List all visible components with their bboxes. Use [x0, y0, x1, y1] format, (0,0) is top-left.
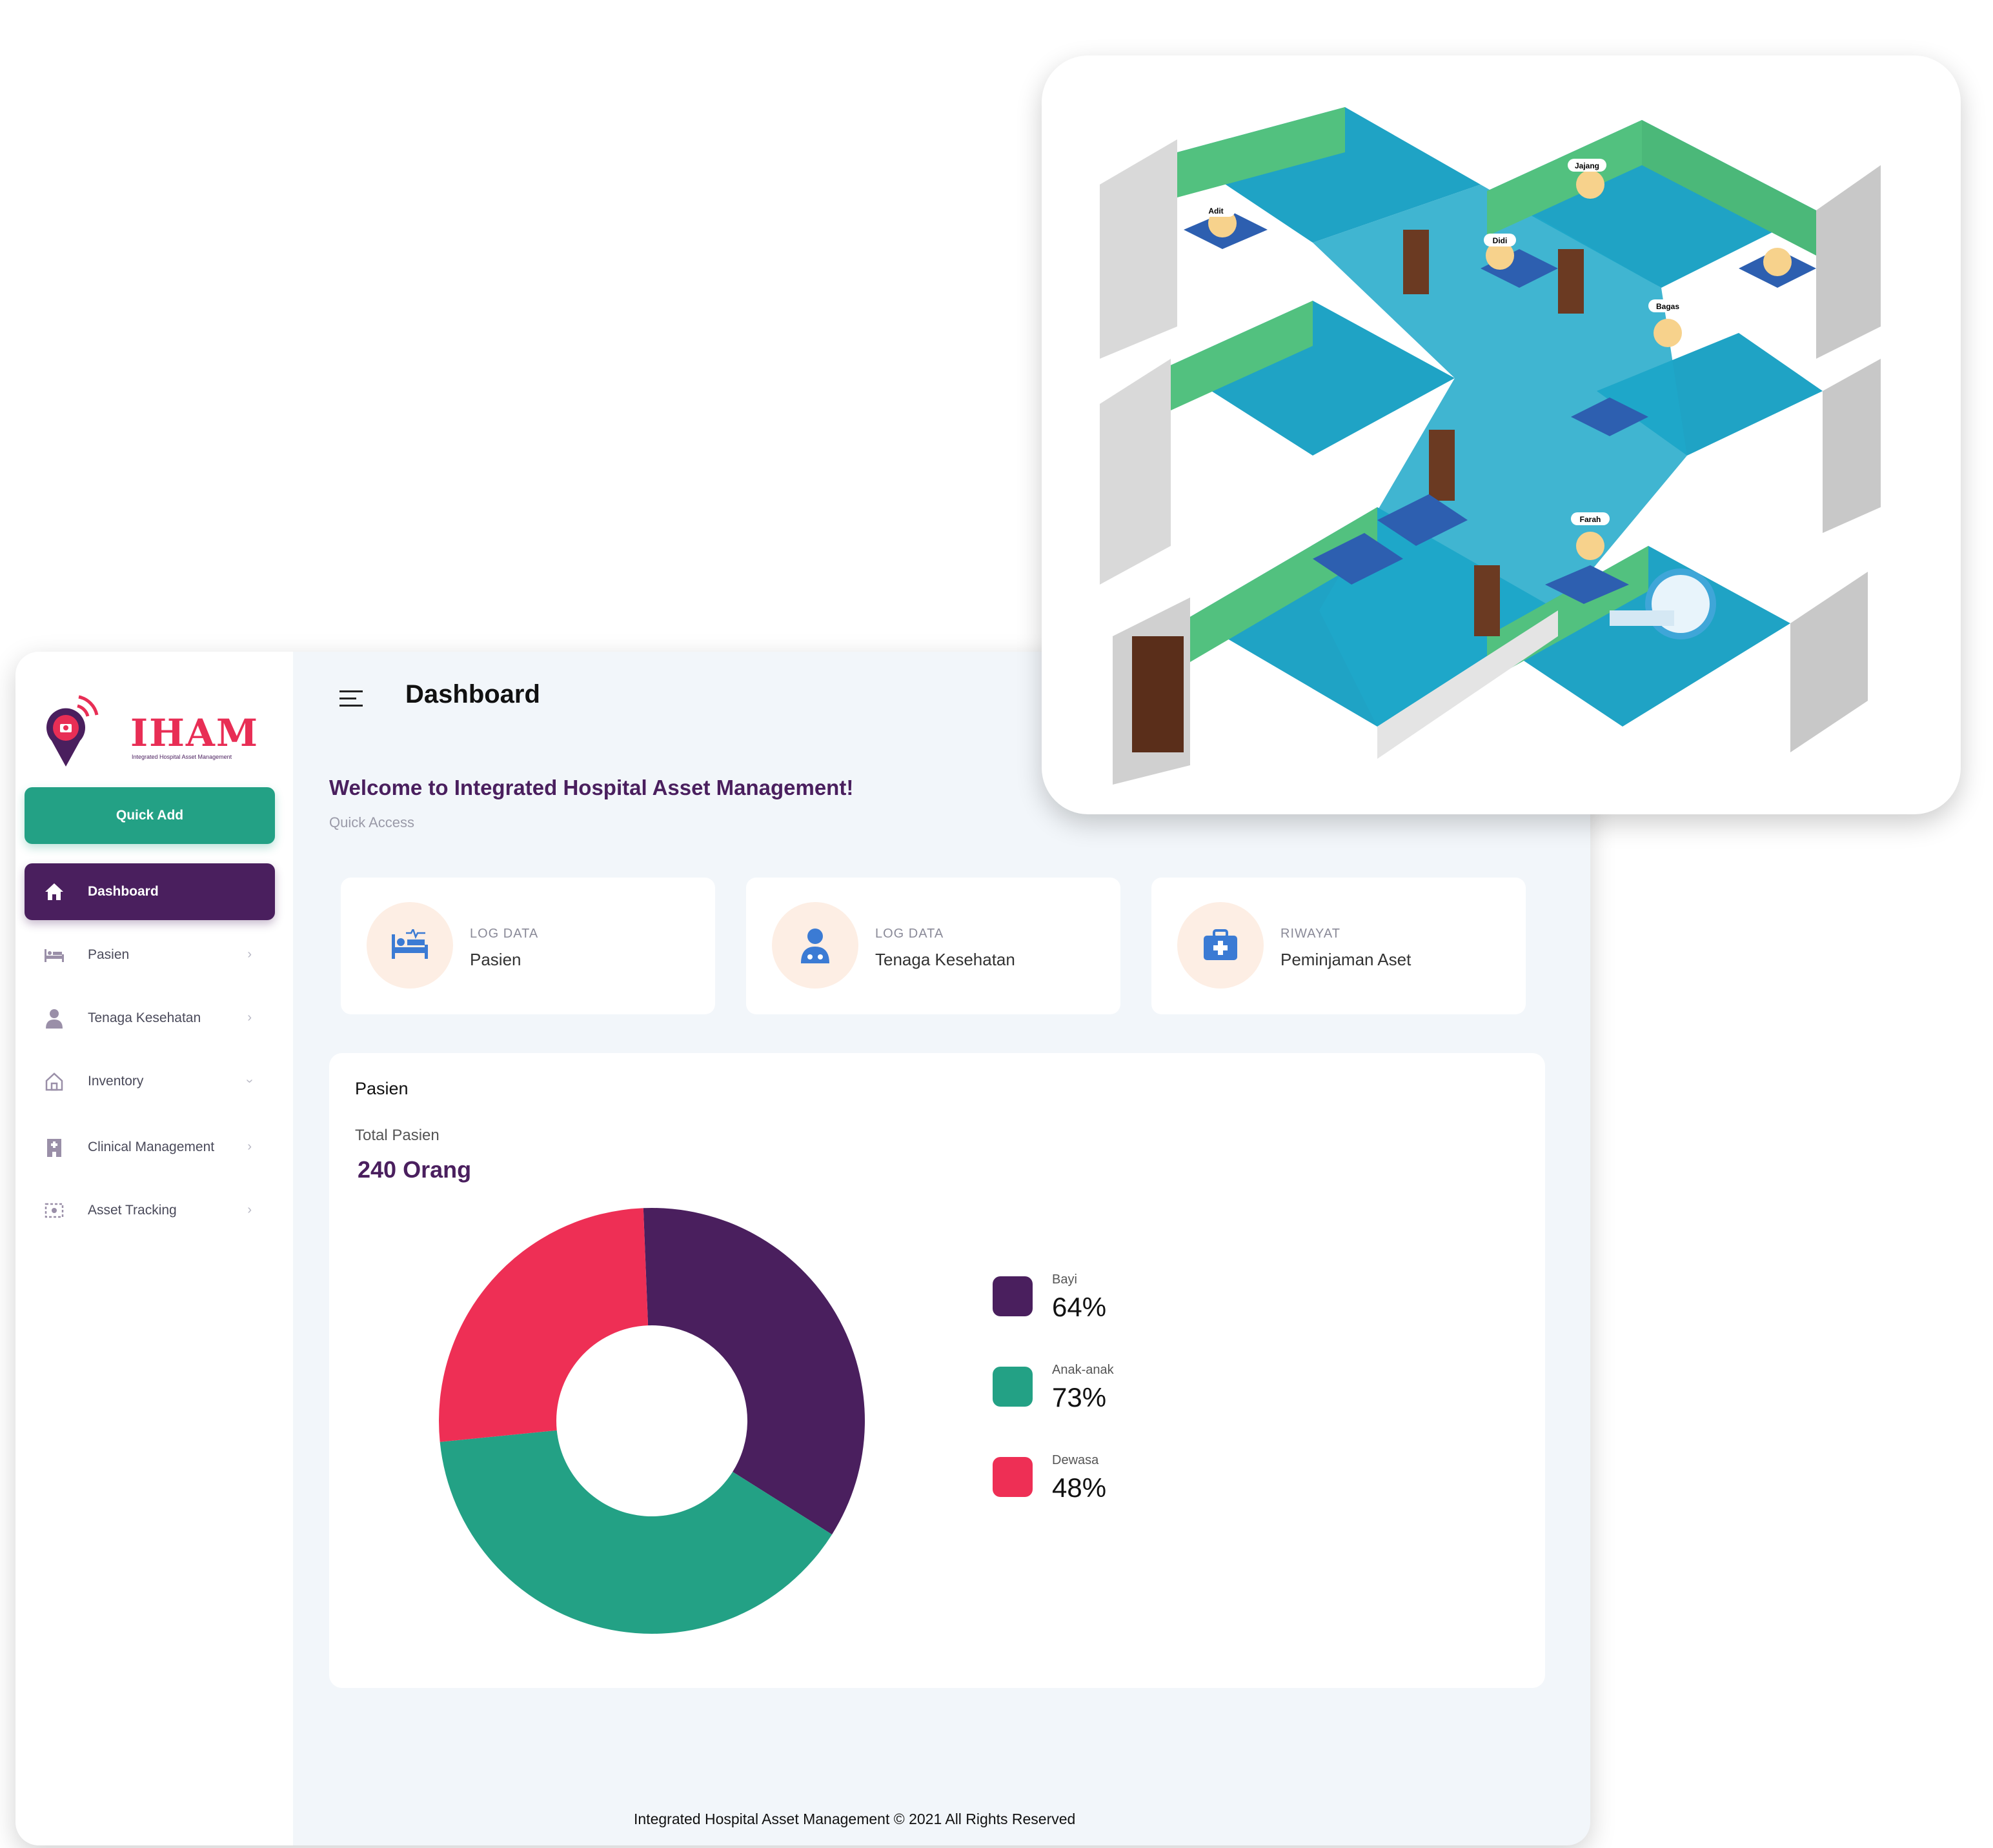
sidebar-item-inventory[interactable]: Inventory ›: [25, 1053, 275, 1110]
hamburger-menu-icon[interactable]: [339, 689, 364, 708]
sidebar-item-label: Clinical Management: [88, 1140, 215, 1154]
legend-label: Dewasa: [1052, 1453, 1099, 1467]
legend-label: Bayi: [1052, 1272, 1077, 1287]
name-tag: Jajang: [1575, 161, 1599, 170]
sidebar-item-clinical-management[interactable]: Clinical Management ›: [25, 1119, 275, 1176]
legend-swatch: [993, 1276, 1033, 1316]
legend-value: 73%: [1052, 1382, 1107, 1412]
card-kicker: LOG DATA: [470, 927, 539, 941]
sidebar-item-label: Tenaga Kesehatan: [88, 1010, 201, 1025]
medical-kit-icon: [1177, 902, 1264, 989]
hospital-illustration: Adit Jajang Didi Bagas Farah: [1042, 55, 1961, 814]
footer-text: Integrated Hospital Asset Management © 2…: [634, 1811, 1076, 1827]
chevron-right-icon: ›: [247, 1203, 252, 1217]
legend-label: Anak-anak: [1052, 1363, 1114, 1377]
donut-chart: [439, 1208, 865, 1634]
doctor-icon: [43, 1007, 66, 1030]
house-icon: [43, 1070, 66, 1093]
total-value: 240 Orang: [358, 1156, 472, 1183]
card-title: Pasien: [470, 950, 521, 969]
logo-subtitle: Integrated Hospital Asset Management: [132, 754, 232, 760]
location-pin-icon: [46, 695, 99, 767]
name-tag: Farah: [1580, 515, 1601, 524]
building-icon: [43, 1136, 66, 1159]
sidebar-item-label: Asset Tracking: [88, 1203, 177, 1218]
sidebar-item-pasien[interactable]: Pasien ›: [25, 927, 275, 983]
quick-access-label: Quick Access: [329, 814, 415, 830]
card-title: Tenaga Kesehatan: [875, 950, 1015, 969]
card-kicker: RIWAYAT: [1280, 927, 1340, 941]
sidebar-item-label: Dashboard: [88, 884, 159, 899]
chevron-right-icon: ›: [247, 1010, 252, 1025]
home-icon: [43, 880, 66, 903]
total-label: Total Pasien: [355, 1127, 440, 1144]
page-title: Dashboard: [405, 680, 540, 708]
name-tag: Didi: [1493, 236, 1508, 245]
tracking-icon: [43, 1199, 66, 1222]
quick-access-card-tenaga-kesehatan[interactable]: LOG DATA Tenaga Kesehatan: [746, 878, 1120, 1014]
patient-chart-panel: Pasien Total Pasien 240 Orang Bayi 64% A…: [329, 1053, 1545, 1688]
isometric-hospital-image: Adit Jajang Didi Bagas Farah: [1100, 107, 1881, 785]
sidebar: IHAM Integrated Hospital Asset Managemen…: [15, 652, 293, 1845]
doctor-icon: [772, 902, 858, 989]
chevron-down-icon: ›: [243, 1079, 258, 1083]
app-window: IHAM Integrated Hospital Asset Managemen…: [15, 652, 1590, 1845]
bed-icon: [43, 943, 66, 967]
logo[interactable]: IHAM Integrated Hospital Asset Managemen…: [40, 690, 285, 774]
name-tag: Adit: [1208, 206, 1223, 216]
quick-access-card-peminjaman-aset[interactable]: RIWAYAT Peminjaman Aset: [1151, 878, 1526, 1014]
name-tag: Bagas: [1656, 302, 1679, 311]
sidebar-item-dashboard[interactable]: Dashboard: [25, 863, 275, 920]
sidebar-item-label: Inventory: [88, 1074, 144, 1089]
legend-swatch: [993, 1367, 1033, 1407]
quick-add-button[interactable]: Quick Add: [25, 787, 275, 844]
donut-slice-dewasa: [439, 1208, 649, 1442]
legend-swatch: [993, 1457, 1033, 1497]
card-title: Peminjaman Aset: [1280, 950, 1411, 969]
sidebar-item-label: Pasien: [88, 947, 130, 962]
welcome-heading: Welcome to Integrated Hospital Asset Man…: [329, 776, 854, 799]
legend-value: 48%: [1052, 1472, 1107, 1503]
quick-access-card-pasien[interactable]: LOG DATA Pasien: [341, 878, 715, 1014]
chevron-right-icon: ›: [247, 947, 252, 961]
card-kicker: LOG DATA: [875, 927, 944, 941]
legend-value: 64%: [1052, 1292, 1107, 1322]
sidebar-item-tenaga-kesehatan[interactable]: Tenaga Kesehatan ›: [25, 990, 275, 1047]
logo-text: IHAM: [130, 711, 259, 755]
sidebar-item-asset-tracking[interactable]: Asset Tracking ›: [25, 1182, 275, 1239]
chevron-right-icon: ›: [247, 1140, 252, 1154]
bed-icon: [367, 902, 453, 989]
panel-title: Pasien: [355, 1079, 409, 1098]
